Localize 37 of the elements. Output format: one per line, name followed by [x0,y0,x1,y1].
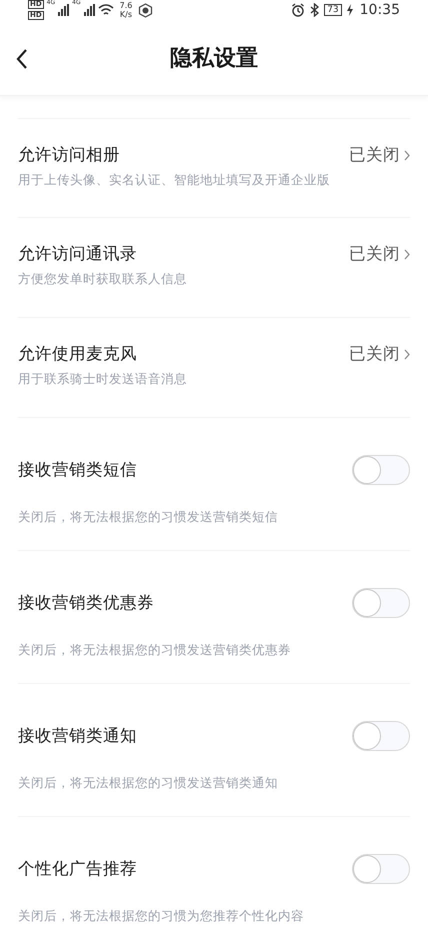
setting-description: 关闭后，将无法根据您的习惯发送营销类短信 [18,509,279,526]
page-title: 隐私设置 [170,44,258,72]
setting-description: 用于上传头像、实名认证、智能地址填写及开通企业版 [18,172,331,189]
speed-unit: K/s [120,10,132,19]
charging-icon [346,4,353,16]
chevron-right-icon [404,248,410,260]
setting-title: 个性化广告推荐 [18,858,137,880]
setting-description: 关闭后，将无法根据您的习惯发送营销类优惠券 [18,642,292,659]
setting-title: 允许访问相册 [18,144,120,166]
toggle-switch[interactable] [352,721,410,751]
setting-title: 接收营销类通知 [18,725,137,747]
bluetooth-icon [310,3,320,17]
setting-description: 关闭后，将无法根据您的习惯发送营销类通知 [18,775,279,792]
chevron-right-icon [404,150,410,160]
speed-value: 7.6 [120,1,132,10]
battery-level: 73 [324,4,342,16]
toggle-switch[interactable] [352,854,410,884]
status-link[interactable]: 已关闭 [349,343,410,365]
status-link[interactable]: 已关闭 [349,243,410,265]
setting-title: 允许使用麦克风 [18,343,137,365]
setting-description: 方便您发单时获取联系人信息 [18,271,188,288]
toggle-switch[interactable] [352,455,410,485]
setting-title: 允许访问通讯录 [18,243,137,265]
setting-description: 用于联系骑士时发送语音消息 [18,371,188,388]
status-link[interactable]: 已关闭 [349,144,410,166]
hexagon-icon [138,2,154,18]
chevron-right-icon [404,348,410,360]
signal-icon [84,4,95,16]
toggle-switch[interactable] [352,588,410,618]
wifi-icon [98,4,114,16]
signal-icon [58,4,70,16]
alarm-icon [291,3,306,17]
setting-title: 接收营销类短信 [18,459,137,481]
setting-description: 关闭后，将无法根据您的习惯为您推荐个性化内容 [18,908,305,925]
setting-title: 接收营销类优惠券 [18,592,154,614]
clock-time: 10:35 [360,2,400,18]
chevron-left-icon [16,48,28,70]
